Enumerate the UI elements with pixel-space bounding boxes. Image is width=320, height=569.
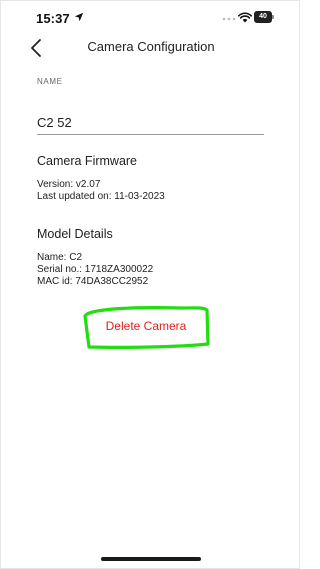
status-bar: 15:37 40	[1, 1, 301, 35]
battery-percentage: 40	[259, 13, 267, 20]
signal-dots-icon	[222, 17, 236, 21]
battery-nub	[272, 15, 274, 19]
model-section-title: Model Details	[37, 227, 113, 241]
home-indicator	[101, 557, 201, 561]
status-time: 15:37	[36, 11, 70, 26]
wifi-icon	[238, 12, 252, 23]
app-screen: 15:37 40 Camera Configuration NAME C2 52…	[0, 0, 300, 569]
delete-camera-button[interactable]: Delete Camera	[86, 314, 206, 338]
firmware-last-updated: Last updated on: 11-03-2023	[37, 191, 165, 202]
model-name: Name: C2	[37, 252, 83, 263]
model-serial: Serial no.: 1718ZA300022	[37, 264, 154, 275]
name-field-label: NAME	[37, 77, 63, 86]
page-title: Camera Configuration	[87, 39, 215, 54]
navigation-bar: Camera Configuration	[1, 35, 301, 63]
camera-name-input[interactable]	[37, 111, 264, 135]
battery-icon: 40	[254, 11, 274, 23]
delete-camera-area: Delete Camera	[81, 304, 211, 350]
firmware-section-title: Camera Firmware	[37, 154, 138, 168]
location-arrow-icon	[74, 12, 84, 22]
firmware-version: Version: v2.07	[37, 179, 101, 190]
model-mac-id: MAC id: 74DA38CC2952	[37, 276, 149, 287]
